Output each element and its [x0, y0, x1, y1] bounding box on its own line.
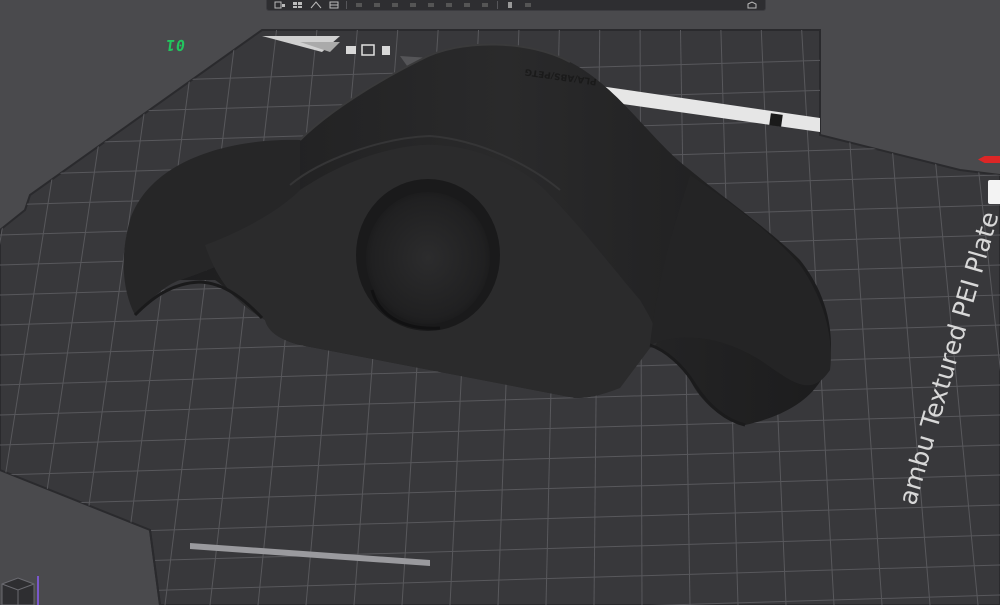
- plate-icon-1: [346, 46, 356, 54]
- assemble-icon[interactable]: [519, 1, 537, 10]
- build-plate-scene[interactable]: [0, 0, 1000, 605]
- orient-icon[interactable]: [307, 1, 325, 10]
- cube-add-icon[interactable]: [271, 1, 289, 10]
- toolbar-separator: [346, 1, 347, 9]
- plate-icon-3: [382, 46, 390, 55]
- side-panel-tab[interactable]: [988, 180, 1000, 204]
- axis-cube-icon[interactable]: [0, 572, 40, 605]
- seam-icon[interactable]: [458, 1, 476, 10]
- grid-icon[interactable]: [289, 1, 307, 10]
- model-hole: [366, 192, 490, 324]
- support-icon[interactable]: [440, 1, 458, 10]
- 3d-viewport[interactable]: 01 PLA/ABS/PETG ambu Textured PEI Plate: [0, 0, 1000, 605]
- layout-icon[interactable]: [325, 1, 343, 10]
- toolbar-separator: [497, 1, 498, 9]
- text-icon[interactable]: [476, 1, 494, 10]
- plate-index-label: 01: [163, 36, 187, 54]
- top-toolbar: [266, 0, 766, 11]
- scale-icon[interactable]: [386, 1, 404, 10]
- rotate-icon[interactable]: [368, 1, 386, 10]
- cut-icon[interactable]: [404, 1, 422, 10]
- paint-icon[interactable]: [422, 1, 440, 10]
- view-icon[interactable]: [743, 1, 761, 10]
- measure-icon[interactable]: [501, 1, 519, 10]
- move-icon[interactable]: [350, 1, 368, 10]
